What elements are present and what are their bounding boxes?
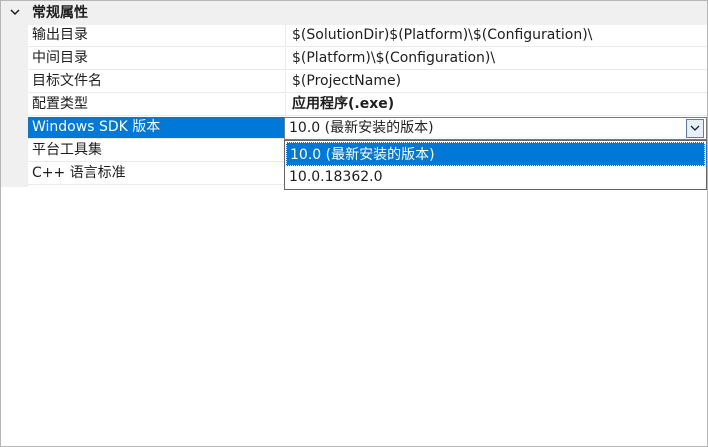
category-label: 常规属性 [32,5,88,21]
property-value[interactable]: 应用程序(.exe) [285,94,707,115]
property-value[interactable]: $(ProjectName) [285,71,707,92]
chevron-down-icon [690,125,700,131]
property-name: 输出目录 [32,27,88,43]
property-name: C++ 语言标准 [32,165,126,181]
property-grid: 常规属性 输出目录 $(SolutionDir)$(Platform)\$(Co… [0,0,708,447]
property-name: 配置类型 [32,96,88,112]
property-value[interactable]: $(SolutionDir)$(Platform)\$(Configuratio… [285,25,707,46]
dropdown-option-10-0-18362-0[interactable]: 10.0.18362.0 [286,165,705,189]
property-row-configuration-type[interactable]: 配置类型 应用程序(.exe) [28,94,707,116]
chevron-down-icon[interactable] [7,4,23,20]
property-gutter [1,25,28,187]
combobox-selected-value: 10.0 (最新安装的版本) [289,120,434,136]
category-header-general[interactable]: 常规属性 [1,1,707,25]
property-row-target-name[interactable]: 目标文件名 $(ProjectName) [28,71,707,93]
sdk-version-dropdown-list: 10.0 (最新安装的版本) 10.0.18362.0 [284,140,707,190]
property-value[interactable]: $(Platform)\$(Configuration)\ [285,48,707,69]
property-row-intermediate-dir[interactable]: 中间目录 $(Platform)\$(Configuration)\ [28,48,707,70]
property-name: 中间目录 [32,50,88,66]
sdk-version-combobox[interactable]: 10.0 (最新安装的版本) [284,117,707,140]
property-name: 目标文件名 [32,73,102,89]
property-name: 平台工具集 [32,142,102,158]
dropdown-button[interactable] [686,119,704,138]
dropdown-option-latest[interactable]: 10.0 (最新安装的版本) [286,142,705,166]
property-name: Windows SDK 版本 [28,117,284,138]
property-row-output-dir[interactable]: 输出目录 $(SolutionDir)$(Platform)\$(Configu… [28,25,707,47]
